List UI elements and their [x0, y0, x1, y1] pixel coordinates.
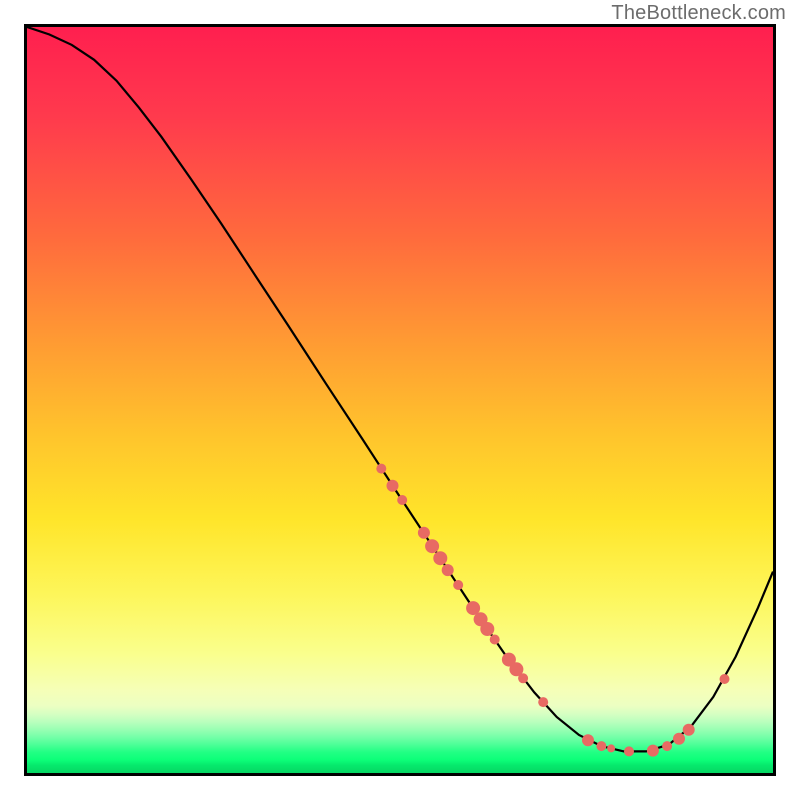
datapoint [596, 741, 606, 751]
chart-plot-area [24, 24, 776, 776]
datapoint [720, 674, 730, 684]
datapoint [397, 495, 407, 505]
datapoint [387, 480, 399, 492]
datapoint [683, 724, 695, 736]
datapoint [442, 564, 454, 576]
datapoint [518, 673, 528, 683]
datapoint [673, 733, 685, 745]
datapoint [538, 697, 548, 707]
datapoint [624, 746, 634, 756]
datapoint [582, 734, 594, 746]
datapoint [425, 539, 439, 553]
datapoint [490, 635, 500, 645]
datapoint [647, 745, 659, 757]
datapoint [433, 551, 447, 565]
datapoint [607, 744, 615, 752]
attribution-text: TheBottleneck.com [611, 2, 786, 25]
datapoint [480, 622, 494, 636]
bottleneck-curve [27, 27, 773, 751]
datapoint [453, 580, 463, 590]
datapoint [662, 741, 672, 751]
datapoint [376, 464, 386, 474]
curve-svg [27, 27, 773, 773]
datapoint [418, 527, 430, 539]
